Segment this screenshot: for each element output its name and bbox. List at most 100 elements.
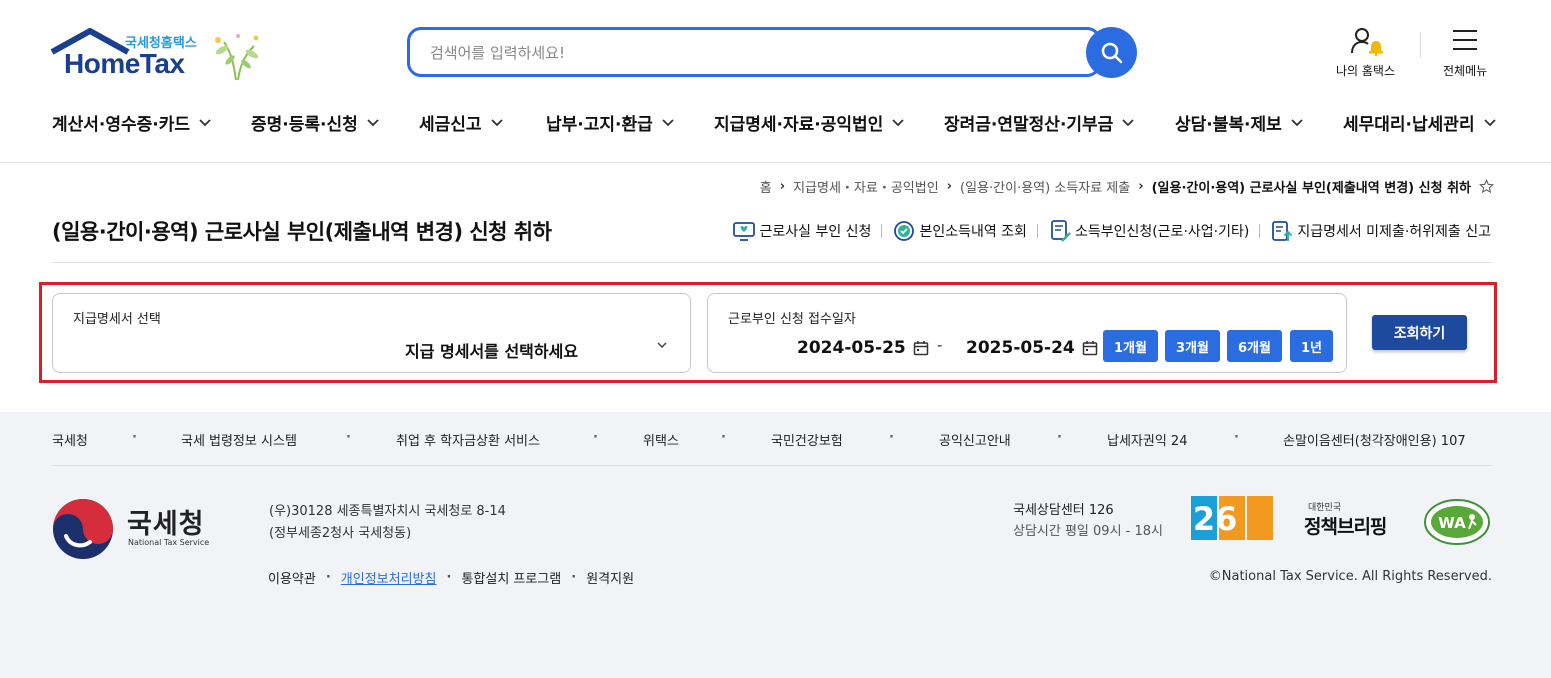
gnb-item-agent[interactable]: 세무대리·납세관리: [1343, 110, 1496, 135]
date-from-field[interactable]: 2024-05-25: [797, 338, 929, 358]
period-1year-button[interactable]: 1년: [1290, 330, 1333, 362]
chevron-down-icon: [892, 118, 904, 126]
footer-link[interactable]: 납세자권익 24: [1107, 430, 1187, 449]
gnb-label: 납부·고지·환급: [546, 115, 653, 135]
date-range-label: 근로부인 신청 접수일자: [728, 312, 856, 327]
logo-wordmark: HomeTax: [64, 48, 185, 79]
chevron-down-icon[interactable]: [657, 342, 667, 349]
badge-126-text: 126: [1191, 500, 1237, 538]
date-to-value: 2025-05-24: [966, 338, 1075, 358]
quick-divider: [1036, 224, 1038, 238]
quick-link-income-inquiry[interactable]: 본인소득내역 조회: [892, 219, 1027, 243]
page-title: (일용·간이·용역) 근로사실 부인(제출내역 변경) 신청 취하: [52, 220, 552, 244]
copyright: ©National Tax Service. All Rights Reserv…: [1208, 569, 1492, 584]
terms-link[interactable]: 이용약관: [268, 568, 316, 587]
gnb-item-incentive[interactable]: 장려금·연말정산·기부금: [944, 110, 1134, 135]
statement-select-label: 지급명세서 선택: [73, 312, 161, 327]
breadcrumb-current: (일용·간이·용역) 근로사실 부인(제출내역 변경) 신청 취하: [1151, 181, 1471, 196]
gnb-label: 증명·등록·신청: [251, 115, 358, 135]
breadcrumb-home[interactable]: 홈: [760, 177, 772, 196]
policy-briefing-logo[interactable]: 대한민국 정책브리핑: [1304, 500, 1400, 540]
quick-link-false-report[interactable]: 지급명세서 미제출·허위제출 신고: [1270, 219, 1491, 243]
gnb-item-consult[interactable]: 상담·불복·제보: [1175, 110, 1303, 135]
chevron-down-icon: [1291, 118, 1303, 126]
footer-link-dot: ·: [889, 430, 894, 445]
install-program-link[interactable]: 통합설치 프로그램: [461, 568, 561, 587]
footer-bottom-dot: ·: [446, 570, 452, 585]
period-1month-button[interactable]: 1개월: [1103, 330, 1158, 362]
search-icon: [1101, 42, 1122, 63]
calendar-icon[interactable]: [1082, 340, 1098, 356]
footer-link[interactable]: 국세청: [52, 430, 88, 449]
privacy-policy-link[interactable]: 개인정보처리방침: [341, 568, 437, 587]
star-favorite-icon[interactable]: [1479, 179, 1494, 194]
gnb-label: 지급명세·자료·공익법인: [714, 115, 884, 135]
title-divider: [52, 262, 1492, 263]
call-center-title: 국세상담센터 126: [1013, 503, 1114, 518]
date-separator: -: [937, 336, 943, 354]
quick-link-deny-request[interactable]: 근로사실 부인 신청: [732, 219, 871, 243]
footer-link[interactable]: 위택스: [643, 430, 679, 449]
remote-support-link[interactable]: 원격지원: [586, 568, 634, 587]
wa-text: WA: [1438, 514, 1466, 532]
chevron-down-icon: [199, 118, 211, 126]
footer-link[interactable]: 취업 후 학자금상환 서비스: [396, 430, 540, 449]
inquiry-button[interactable]: 조회하기: [1372, 315, 1467, 350]
footer-link[interactable]: 국민건강보험: [771, 430, 843, 449]
call-center-hours: 상담시간 평일 09시 - 18시: [1013, 524, 1163, 539]
breadcrumb: 홈 › 지급명세・자료・공익법인 › (일용·간이·용역) 소득자료 제출 › …: [760, 177, 1494, 196]
footer-divider: [52, 465, 1492, 466]
wa-certification-logo[interactable]: WA: [1422, 497, 1492, 547]
chevron-down-icon: [1122, 118, 1134, 126]
all-menu-button[interactable]: 전체메뉴: [1443, 26, 1487, 79]
all-menu-label: 전체메뉴: [1443, 64, 1488, 78]
calendar-icon[interactable]: [913, 340, 929, 356]
date-to-field[interactable]: 2025-05-24: [966, 338, 1098, 358]
chevron-down-icon: [662, 118, 674, 126]
search-input[interactable]: [430, 40, 1070, 66]
date-from-value: 2024-05-25: [797, 338, 906, 358]
footer-link-dot: ·: [593, 430, 598, 445]
footer-bottom-dot: ·: [325, 570, 331, 585]
breadcrumb-item[interactable]: (일용·간이·용역) 소득자료 제출: [960, 177, 1130, 196]
statement-select-dropdown[interactable]: 지급 명세서를 선택하세요: [405, 338, 578, 362]
gnb-label: 상담·불복·제보: [1175, 115, 1282, 135]
briefing-name: 정책브리핑: [1304, 516, 1387, 538]
my-hometax-label: 나의 홈택스: [1336, 64, 1396, 78]
quick-link-income-deny[interactable]: 소득부인신청(근로·사업·기타): [1048, 219, 1249, 243]
quick-link-label: 지급명세서 미제출·허위제출 신고: [1297, 224, 1491, 240]
gnb-item-invoice[interactable]: 계산서·영수증·카드: [52, 110, 211, 135]
quick-link-label: 근로사실 부인 신청: [759, 224, 872, 240]
document-edit-icon: [1051, 220, 1071, 242]
util-divider: [1420, 32, 1421, 58]
period-3month-button[interactable]: 3개월: [1165, 330, 1220, 362]
quick-links: 근로사실 부인 신청 본인소득내역 조회 소득부인신청(근로·사업·기타) 지급…: [732, 219, 1491, 243]
footer-bottom-links: 이용약관 · 개인정보처리방침 · 통합설치 프로그램 · 원격지원: [268, 568, 634, 587]
search-button[interactable]: [1086, 27, 1137, 78]
footer-link[interactable]: 손말이음센터(청각장애인용) 107: [1283, 430, 1466, 449]
hometax-logo[interactable]: 국세청홈택스 HomeTax: [50, 28, 270, 84]
gnb-item-payment[interactable]: 납부·고지·환급: [546, 110, 674, 135]
search-box: [407, 27, 1101, 77]
hamburger-menu-icon: [1453, 30, 1478, 50]
my-hometax-button[interactable]: 나의 홈택스: [1336, 26, 1395, 79]
footer-link[interactable]: 공익신고안내: [939, 430, 1011, 449]
quick-link-label: 소득부인신청(근로·사업·기타): [1074, 224, 1250, 240]
gnb-label: 장려금·연말정산·기부금: [944, 115, 1114, 135]
period-6month-button[interactable]: 6개월: [1227, 330, 1282, 362]
quick-divider: [881, 224, 883, 238]
footer-link-dot: ·: [1234, 430, 1239, 445]
gnb-item-certificate[interactable]: 증명·등록·신청: [251, 110, 379, 135]
gnb-label: 계산서·영수증·카드: [52, 115, 191, 135]
nts-english-name: National Tax Service: [128, 538, 210, 547]
leaf-decoration-icon: [215, 34, 259, 81]
address-line-1: (우)30128 세종특별자치시 국세청로 8-14: [269, 504, 506, 519]
gnb-item-tax-return[interactable]: 세금신고: [419, 110, 503, 135]
footer-link-dot: ·: [1057, 430, 1062, 445]
monitor-heart-icon: [733, 222, 756, 241]
badge-126-logo[interactable]: 126: [1191, 496, 1275, 540]
footer-link[interactable]: 국세 법령정보 시스템: [181, 430, 297, 449]
breadcrumb-item[interactable]: 지급명세・자료・공익법인: [793, 177, 939, 196]
gnb-item-statements[interactable]: 지급명세·자료·공익법인: [714, 110, 904, 135]
footer-link-dot: ·: [346, 430, 351, 445]
